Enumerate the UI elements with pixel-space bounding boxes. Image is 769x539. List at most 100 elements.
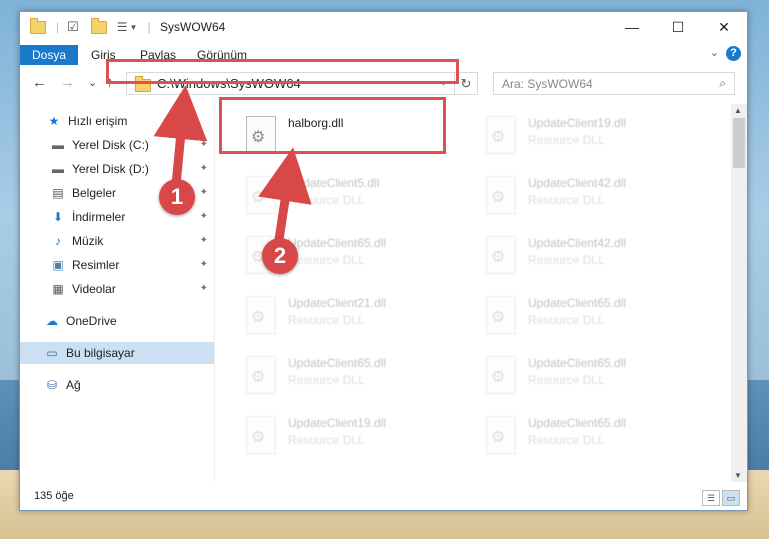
pin-icon: ✦: [199, 139, 208, 150]
sidebar-item-label: İndirmeler: [72, 210, 126, 224]
file-name: UpdateClient65.dll: [528, 416, 627, 430]
dll-file-icon: [486, 296, 516, 334]
pin-icon: ✦: [199, 211, 208, 222]
file-name: UpdateClient42.dll: [528, 176, 627, 190]
file-item[interactable]: UpdateClient19.dll Resource DLL: [240, 410, 475, 460]
sidebar-item-label: OneDrive: [66, 314, 117, 328]
sidebar-item-videos[interactable]: ▦ Videolar ✦: [20, 278, 214, 300]
videos-icon: ▦: [52, 282, 64, 296]
sidebar-item-quick-access[interactable]: ★ Hızlı erişim: [20, 110, 214, 132]
large-icons-view-icon[interactable]: ▭: [722, 490, 740, 506]
file-type: Resource DLL: [528, 253, 605, 267]
details-view-icon[interactable]: ☰: [702, 490, 720, 506]
navigation-pane: ★ Hızlı erişim ▬ Yerel Disk (C:) ✦ ▬ Yer…: [20, 104, 215, 482]
file-item[interactable]: UpdateClient65.dll Resource DLL: [480, 410, 715, 460]
vertical-scrollbar[interactable]: ▲ ▼: [731, 104, 747, 482]
sidebar-item-music[interactable]: ♪ Müzik ✦: [20, 230, 214, 252]
address-highlight: [106, 59, 459, 84]
title-bar: | ☑ ☰ ▼ | SysWOW64 — ☐ ✕: [20, 12, 747, 42]
file-name: UpdateClient65.dll: [528, 356, 627, 370]
sidebar-item-local-disk-c[interactable]: ▬ Yerel Disk (C:) ✦: [20, 134, 214, 156]
item-count: 135 öğe: [34, 490, 74, 502]
file-highlight: [219, 97, 446, 154]
drive-icon: ▬: [52, 162, 64, 176]
chevron-down-icon[interactable]: ▼: [130, 23, 138, 32]
file-item[interactable]: UpdateClient21.dll Resource DLL: [240, 290, 475, 340]
step-2-callout: 2: [262, 238, 298, 274]
chevron-down-icon[interactable]: ⌄: [710, 46, 719, 59]
dll-file-icon: [246, 176, 276, 214]
sidebar-item-local-disk-d[interactable]: ▬ Yerel Disk (D:) ✦: [20, 158, 214, 180]
close-button[interactable]: ✕: [701, 12, 747, 42]
file-list: halborg.dll UpdateClient19.dll Resource …: [220, 104, 730, 482]
sidebar-item-network[interactable]: ⛁ Ağ: [20, 374, 214, 396]
search-icon: ⌕: [719, 76, 726, 90]
file-item[interactable]: UpdateClient65.dll Resource DLL: [480, 350, 715, 400]
new-folder-icon[interactable]: [90, 17, 107, 34]
computer-icon: ▭: [46, 346, 58, 360]
sidebar-item-label: Resimler: [72, 258, 120, 272]
minimize-button[interactable]: —: [609, 12, 655, 42]
properties-icon[interactable]: ☑: [67, 19, 79, 35]
search-input[interactable]: Ara: SysWOW64: [502, 77, 593, 91]
scroll-up-icon[interactable]: ▲: [734, 106, 742, 115]
maximize-button[interactable]: ☐: [655, 12, 701, 42]
file-name: UpdateClient21.dll: [288, 296, 387, 310]
file-item[interactable]: UpdateClient65.dll Resource DLL: [480, 290, 715, 340]
file-type: Resource DLL: [288, 313, 365, 327]
file-name: UpdateClient5.dll: [288, 176, 380, 190]
file-item[interactable]: UpdateClient42.dll Resource DLL: [480, 230, 715, 280]
file-name: UpdateClient65.dll: [288, 236, 387, 250]
file-item[interactable]: UpdateClient65.dll Resource DLL: [240, 350, 475, 400]
sidebar-item-label: Videolar: [72, 282, 116, 296]
file-name: UpdateClient19.dll: [288, 416, 387, 430]
file-name: UpdateClient42.dll: [528, 236, 627, 250]
pin-icon: ✦: [199, 259, 208, 270]
dll-file-icon: [246, 356, 276, 394]
sidebar-item-onedrive[interactable]: ☁ OneDrive: [20, 310, 214, 332]
sidebar-item-this-pc[interactable]: ▭ Bu bilgisayar: [20, 342, 214, 364]
cloud-icon: ☁: [46, 314, 58, 328]
file-type: Resource DLL: [528, 133, 605, 147]
search-box[interactable]: Ara: SysWOW64 ⌕: [493, 72, 735, 95]
file-type: Resource DLL: [528, 313, 605, 327]
dll-file-icon: [486, 236, 516, 274]
music-icon: ♪: [55, 234, 61, 248]
drive-icon: ▬: [52, 138, 64, 152]
file-item[interactable]: UpdateClient5.dll Resource DLL: [240, 170, 475, 220]
file-type: Resource DLL: [288, 433, 365, 447]
window-title: SysWOW64: [160, 20, 226, 34]
file-item[interactable]: UpdateClient19.dll Resource DLL: [480, 110, 715, 160]
file-name: UpdateClient19.dll: [528, 116, 627, 130]
scrollbar-thumb[interactable]: [733, 118, 745, 168]
sidebar-item-label: Bu bilgisayar: [66, 346, 135, 360]
back-button[interactable]: ←: [32, 74, 47, 91]
dll-file-icon: [486, 356, 516, 394]
step-1-callout: 1: [159, 179, 195, 215]
dll-file-icon: [246, 296, 276, 334]
pin-icon: ✦: [199, 283, 208, 294]
recent-locations-button[interactable]: ⌄: [88, 76, 97, 89]
file-type: Resource DLL: [288, 253, 365, 267]
sidebar-item-label: Ağ: [66, 378, 81, 392]
sidebar-item-pictures[interactable]: ▣ Resimler ✦: [20, 254, 214, 276]
pin-icon: ✦: [199, 235, 208, 246]
sidebar-item-label: Yerel Disk (C:): [72, 138, 149, 152]
star-icon: ★: [48, 114, 60, 128]
forward-button[interactable]: →: [60, 74, 75, 91]
tab-dosya[interactable]: Dosya: [20, 45, 79, 65]
file-type: Resource DLL: [528, 433, 605, 447]
toolbar-separator: |: [147, 20, 151, 34]
dll-file-icon: [486, 116, 516, 154]
file-item[interactable]: UpdateClient42.dll Resource DLL: [480, 170, 715, 220]
file-type: Resource DLL: [288, 373, 365, 387]
help-icon[interactable]: ?: [726, 46, 741, 61]
file-name: UpdateClient65.dll: [528, 296, 627, 310]
download-icon: ⬇: [52, 210, 64, 224]
customize-icon[interactable]: ☰: [117, 20, 128, 34]
dll-file-icon: [486, 416, 516, 454]
file-type: Resource DLL: [528, 373, 605, 387]
documents-icon: ▤: [52, 186, 64, 200]
scroll-down-icon[interactable]: ▼: [734, 471, 742, 480]
explorer-window: | ☑ ☰ ▼ | SysWOW64 — ☐ ✕ Dosya Giriş Pay…: [19, 11, 748, 511]
